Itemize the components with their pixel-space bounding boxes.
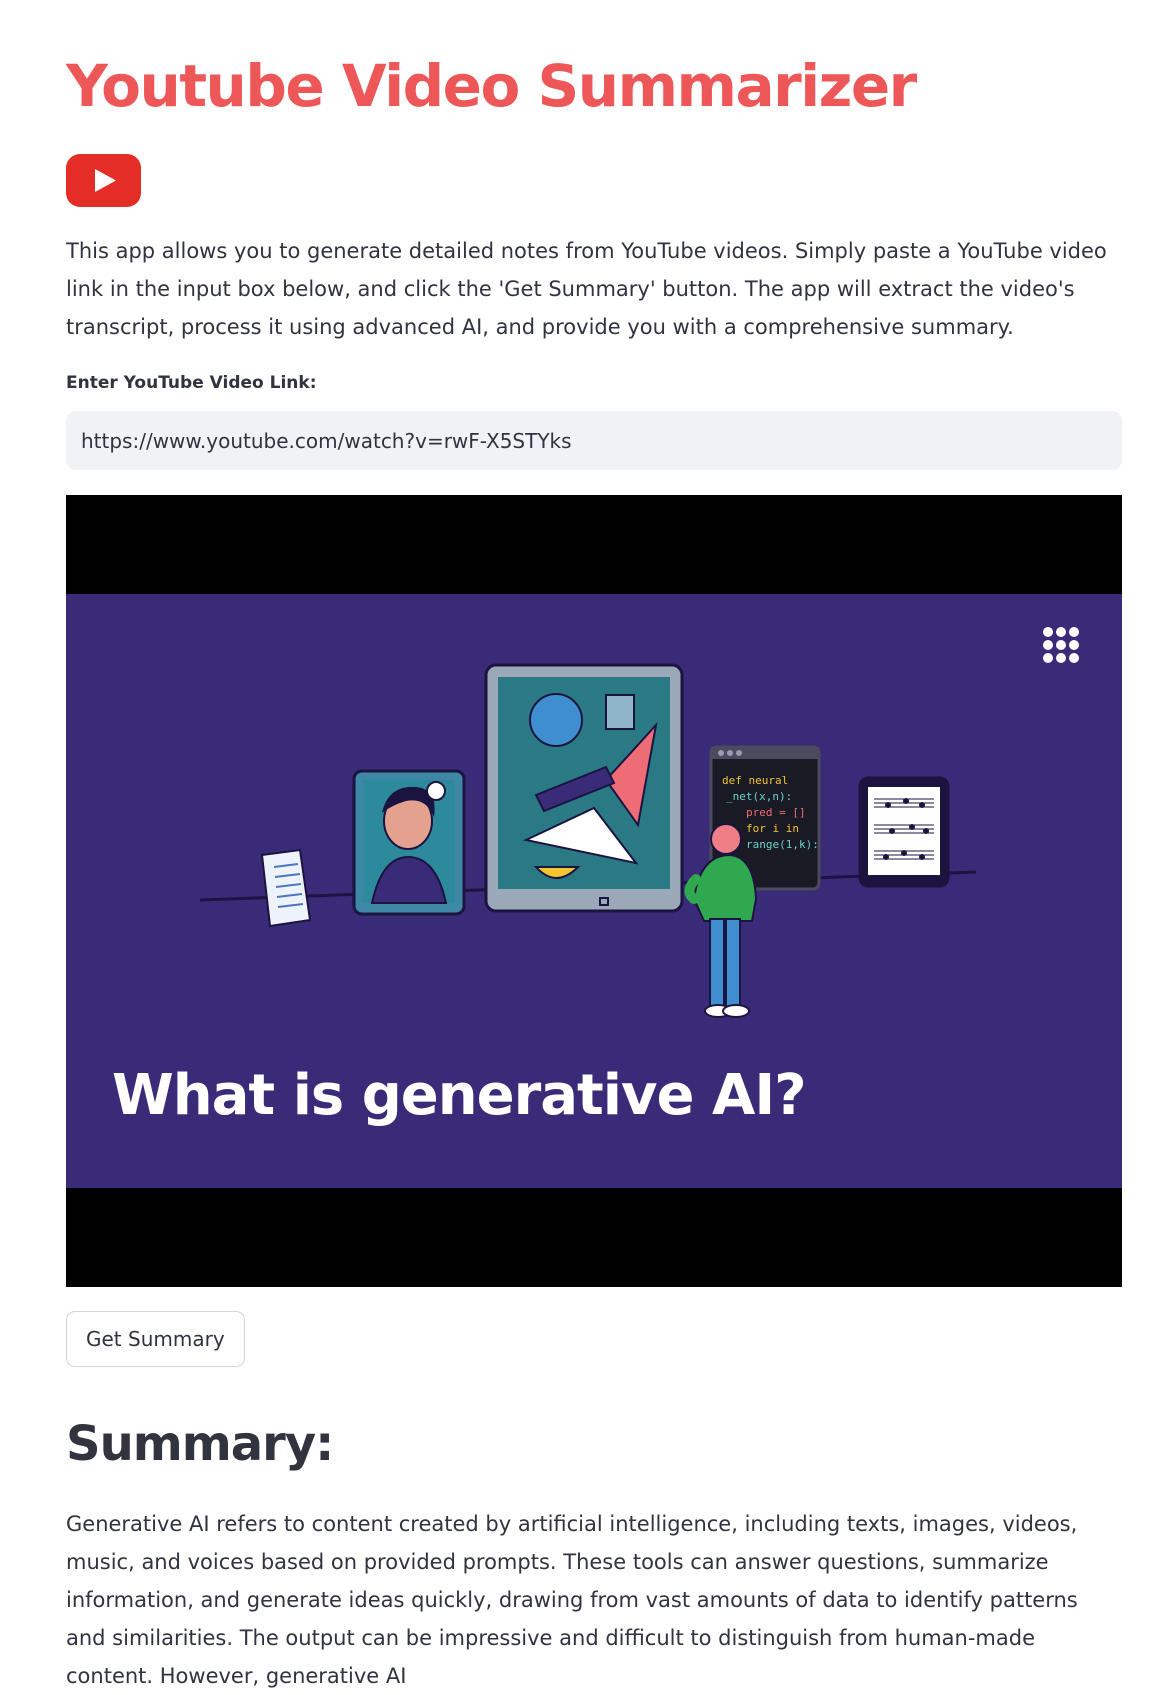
video-caption: What is generative AI?	[112, 1063, 807, 1128]
intro-text: This app allows you to generate detailed…	[66, 239, 1107, 339]
video-thumbnail: def neural _net(x,n): pred = [] for i in…	[66, 594, 1122, 1188]
get-summary-button[interactable]: Get Summary	[66, 1311, 245, 1367]
page-title: Youtube Video Summarizer	[66, 52, 917, 120]
code-line-3: pred = []	[746, 806, 806, 819]
youtube-play-icon	[66, 154, 141, 207]
code-line-2: _net(x,n):	[726, 790, 792, 803]
code-line-4: for i in	[746, 822, 799, 835]
code-line-1: def neural	[722, 774, 788, 787]
code-line-5: range(1,k):	[746, 838, 819, 851]
art-tablet-illustration	[484, 663, 684, 913]
channel-dots-icon	[1043, 627, 1079, 663]
video-player[interactable]: def neural _net(x,n): pred = [] for i in…	[66, 495, 1122, 1287]
music-tablet-illustration	[858, 776, 950, 888]
portrait-tablet-illustration	[352, 769, 466, 916]
video-link-input[interactable]	[66, 411, 1122, 470]
video-link-label: Enter YouTube Video Link:	[66, 373, 317, 393]
summary-heading: Summary:	[66, 1416, 334, 1472]
summary-text: Generative AI refers to content created …	[66, 1512, 1078, 1688]
